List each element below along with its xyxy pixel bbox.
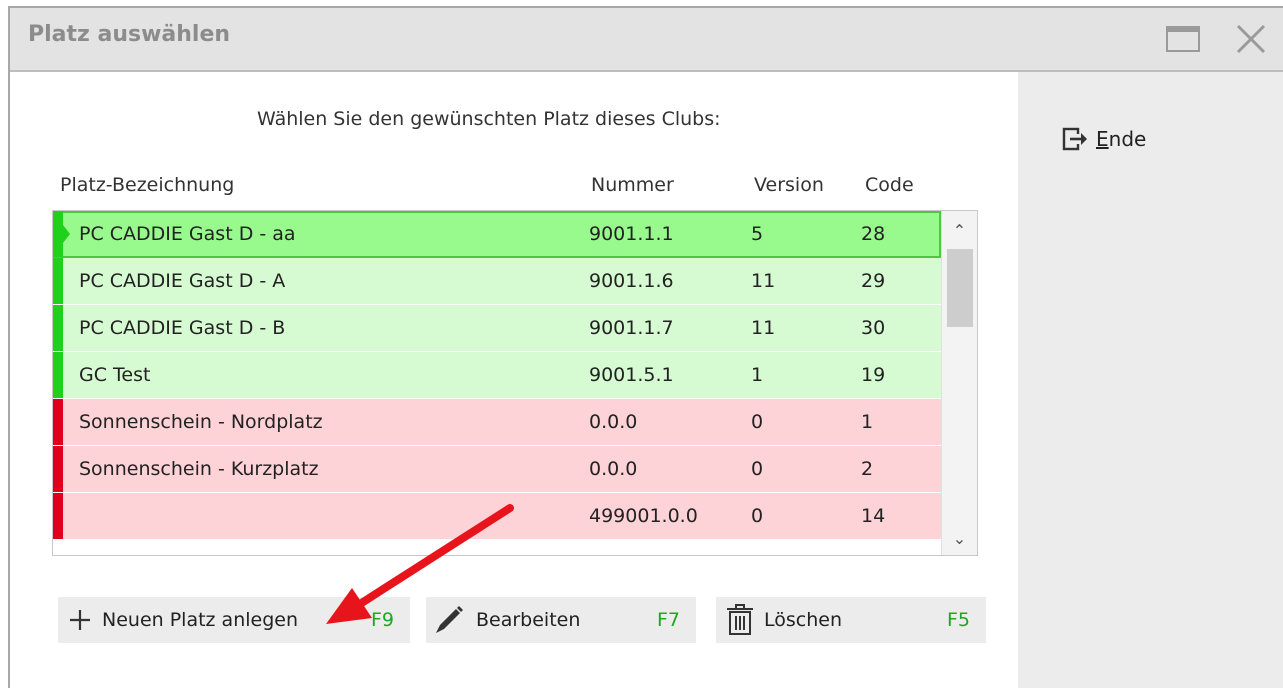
status-bar xyxy=(53,399,63,445)
status-bar xyxy=(53,493,63,539)
cell-nummer: 9001.1.1 xyxy=(589,223,674,245)
table-row[interactable]: PC CADDIE Gast D - A 9001.1.6 11 29 xyxy=(53,258,941,305)
column-header-nummer: Nummer xyxy=(591,174,674,196)
table-row[interactable]: PC CADDIE Gast D - B 9001.1.7 11 30 xyxy=(53,305,941,352)
cell-nummer: 0.0.0 xyxy=(589,411,638,433)
selection-marker-icon xyxy=(63,225,70,243)
table-row[interactable]: GC Test 9001.5.1 1 19 xyxy=(53,352,941,399)
delete-button[interactable]: Löschen F5 xyxy=(716,597,986,643)
close-icon[interactable] xyxy=(1234,22,1268,56)
window-title: Platz auswählen xyxy=(28,22,231,47)
sidebar: Ende xyxy=(1018,72,1283,688)
table-row[interactable]: Sonnenschein - Nordplatz 0.0.0 0 1 xyxy=(53,399,941,446)
title-bar: Platz auswählen xyxy=(10,8,1283,72)
delete-label: Löschen xyxy=(764,609,842,631)
new-course-label: Neuen Platz anlegen xyxy=(102,609,299,631)
delete-shortcut: F5 xyxy=(946,609,970,631)
cell-version: 0 xyxy=(751,411,764,433)
edit-label: Bearbeiten xyxy=(476,609,581,631)
cell-code: 28 xyxy=(861,223,886,245)
cell-version: 1 xyxy=(751,364,764,386)
exit-icon xyxy=(1062,127,1087,151)
status-bar xyxy=(53,352,63,398)
scroll-up-icon[interactable]: ⌃ xyxy=(942,215,977,245)
cell-name: Sonnenschein - Kurzplatz xyxy=(79,458,319,480)
scroll-thumb[interactable] xyxy=(947,249,973,327)
status-bar xyxy=(53,211,63,257)
edit-shortcut: F7 xyxy=(656,609,680,631)
table-body: PC CADDIE Gast D - aa 9001.1.1 5 28 PC CADDI… xyxy=(53,211,941,540)
cell-name: Sonnenschein - Nordplatz xyxy=(79,411,323,433)
status-bar xyxy=(53,258,63,304)
cell-code: 29 xyxy=(861,270,886,292)
column-header-code: Code xyxy=(865,174,914,196)
cell-name: PC CADDIE Gast D - A xyxy=(79,270,286,292)
status-bar xyxy=(53,305,63,351)
ende-button[interactable]: Ende xyxy=(1062,126,1146,152)
cell-version: 0 xyxy=(751,458,764,480)
cell-version: 11 xyxy=(751,317,776,339)
cell-code: 30 xyxy=(861,317,886,339)
cell-code: 1 xyxy=(861,411,874,433)
cell-name: PC CADDIE Gast D - aa xyxy=(79,223,296,245)
column-header-name: Platz-Bezeichnung xyxy=(60,174,235,196)
cell-code: 2 xyxy=(861,458,874,480)
course-table: PC CADDIE Gast D - aa 9001.1.1 5 28 PC CADDI… xyxy=(52,210,978,556)
scrollbar[interactable]: ⌃ ⌄ xyxy=(941,211,977,555)
table-row[interactable]: 499001.0.0 0 14 xyxy=(53,493,941,540)
status-bar xyxy=(53,446,63,492)
cell-nummer: 499001.0.0 xyxy=(589,505,698,527)
cell-name: PC CADDIE Gast D - B xyxy=(79,317,286,339)
new-course-shortcut: F9 xyxy=(370,609,394,631)
cell-nummer: 9001.1.6 xyxy=(589,270,674,292)
ende-label: Ende xyxy=(1096,127,1147,151)
cell-code: 14 xyxy=(861,505,886,527)
cell-nummer: 0.0.0 xyxy=(589,458,638,480)
cell-version: 0 xyxy=(751,505,764,527)
cell-version: 5 xyxy=(751,223,764,245)
cell-nummer: 9001.1.7 xyxy=(589,317,674,339)
plus-icon xyxy=(70,610,90,630)
cell-name: GC Test xyxy=(79,364,151,386)
column-header-version: Version xyxy=(754,174,824,196)
cell-version: 11 xyxy=(751,270,776,292)
cell-code: 19 xyxy=(861,364,886,386)
new-course-button[interactable]: Neuen Platz anlegen F9 xyxy=(58,597,410,643)
table-row[interactable]: PC CADDIE Gast D - aa 9001.1.1 5 28 xyxy=(53,211,941,258)
trash-icon xyxy=(727,604,753,635)
maximize-icon[interactable] xyxy=(1166,26,1200,52)
prompt-text: Wählen Sie den gewünschten Platz dieses … xyxy=(257,108,721,130)
edit-button[interactable]: Bearbeiten F7 xyxy=(426,597,696,643)
scroll-down-icon[interactable]: ⌄ xyxy=(942,523,977,553)
cell-nummer: 9001.5.1 xyxy=(589,364,674,386)
pencil-icon xyxy=(436,606,463,633)
table-row[interactable]: Sonnenschein - Kurzplatz 0.0.0 0 2 xyxy=(53,446,941,493)
